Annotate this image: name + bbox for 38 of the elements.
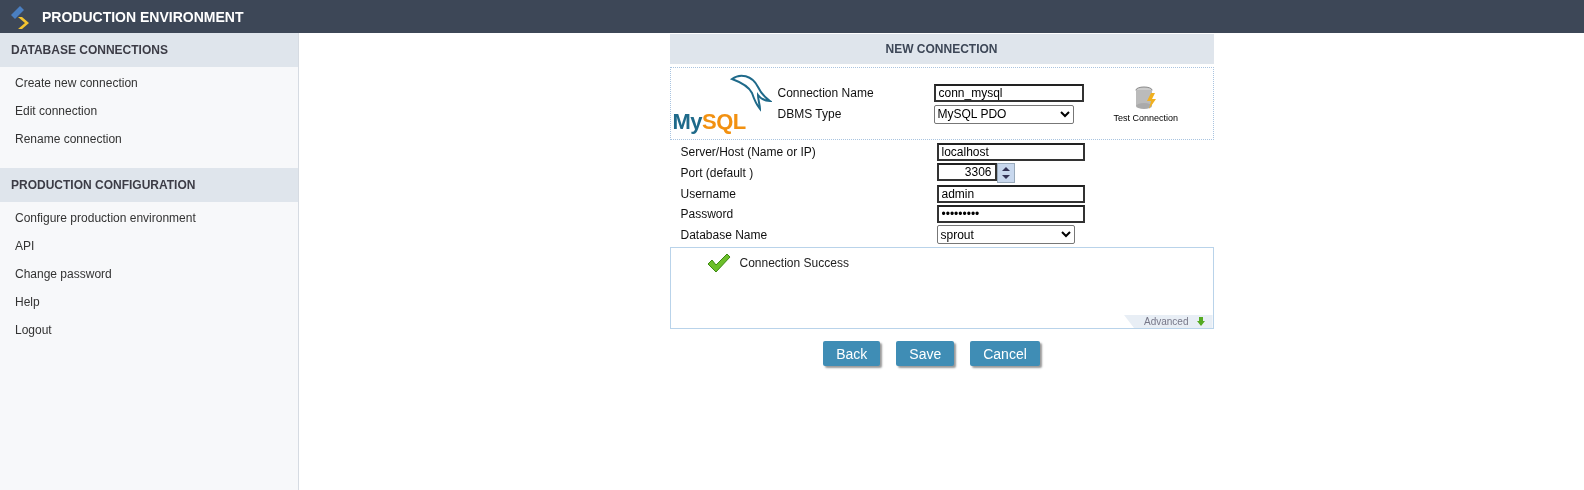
field-label: Server/Host (Name or IP) [680, 145, 817, 159]
chevron-down-icon [1060, 231, 1071, 238]
arrow-down-icon [1196, 317, 1205, 326]
check-icon [706, 253, 731, 273]
section-header: PRODUCTION CONFIGURATION [0, 168, 298, 202]
sidebar-item[interactable]: Configure production environment [0, 205, 298, 233]
sidebar-item[interactable]: Logout [0, 317, 298, 345]
test-connection-button[interactable]: Test Connection [1113, 84, 1179, 123]
field-label: Password [680, 207, 735, 221]
dropdown[interactable]: sprout [936, 225, 1075, 244]
chevron-down-icon [1059, 110, 1070, 118]
action-button[interactable]: Save [896, 341, 955, 366]
sidebar-item[interactable]: Rename connection [0, 126, 298, 154]
spinner-icon[interactable] [996, 163, 1015, 183]
field-label: Port (default ) [680, 166, 755, 180]
input-field[interactable]: 3306 [936, 163, 997, 181]
app-title: PRODUCTION ENVIRONMENT [42, 8, 244, 25]
input-field[interactable]: ••••••••• [936, 205, 1085, 223]
section-header: DATABASE CONNECTIONS [0, 33, 298, 67]
sidebar-item[interactable]: Edit connection [0, 98, 298, 126]
action-button[interactable]: Back [823, 341, 881, 366]
panel-title: NEW CONNECTION [669, 34, 1214, 64]
field-label: Database Name [680, 227, 769, 242]
input-field[interactable]: admin [936, 185, 1085, 203]
advanced-toggle[interactable]: Advanced [1124, 315, 1213, 328]
input-field[interactable]: conn_mysql [933, 83, 1084, 102]
field-label: DBMS Type [777, 107, 843, 121]
field-label: Connection Name [777, 85, 875, 100]
input-field[interactable]: localhost [936, 143, 1085, 161]
sidebar-item[interactable]: Help [0, 289, 298, 317]
field-label: Username [680, 187, 737, 201]
status-message: Connection Success [739, 256, 849, 270]
action-button[interactable]: Cancel [970, 341, 1040, 366]
sidebar-item[interactable]: Create new connection [0, 70, 298, 98]
dropdown[interactable]: MySQL PDO [933, 104, 1074, 124]
sidebar-item[interactable]: API [0, 233, 298, 261]
mysql-logo: MySQL [672, 72, 773, 135]
sidebar-item[interactable]: Change password [0, 261, 298, 289]
